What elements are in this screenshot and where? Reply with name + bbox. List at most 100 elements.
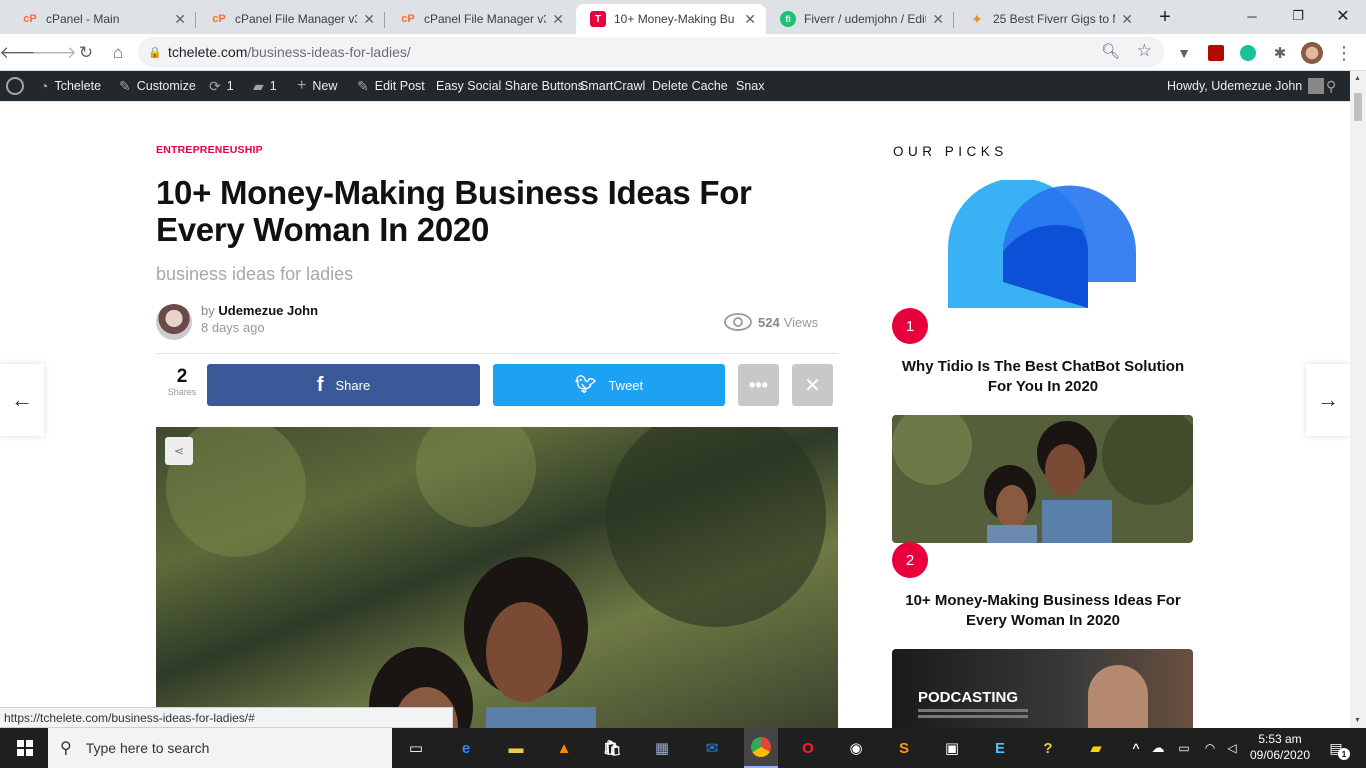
edge-icon[interactable]: e <box>452 734 480 762</box>
tab-cpanel-file-manager-1[interactable]: cP cPanel File Manager v3 ✕ <box>197 4 385 34</box>
author-link[interactable]: Udemezue John <box>218 303 318 318</box>
vpn-extension-icon[interactable]: ▼ <box>1170 39 1198 67</box>
image-share-icon[interactable]: ⋖ <box>165 437 193 465</box>
help-icon[interactable]: ? <box>1034 734 1062 762</box>
close-tab-icon[interactable]: ✕ <box>552 11 564 28</box>
updates-link[interactable]: ⟳ 1 <box>209 71 234 101</box>
user-avatar <box>1308 78 1325 94</box>
tweet-label: Tweet <box>608 377 644 393</box>
store-icon[interactable]: 🛍︎ <box>598 734 626 762</box>
home-icon[interactable]: ⌂ <box>104 39 132 67</box>
more-share-button[interactable]: ••• <box>738 364 779 406</box>
scroll-down-arrow[interactable]: ▼ <box>1354 717 1361 724</box>
sticky-notes-icon[interactable]: ▰ <box>1082 734 1110 762</box>
system-clock[interactable]: 5:53 am 09/06/2020 <box>1246 731 1314 763</box>
task-view-icon[interactable]: ▭ <box>402 734 430 762</box>
menu-kebab-icon[interactable]: ⋮ <box>1330 39 1358 67</box>
close-tab-icon[interactable]: ✕ <box>1121 11 1133 28</box>
customize-link[interactable]: ✎ Customize <box>119 71 196 101</box>
facebook-icon: f <box>316 373 324 396</box>
minimize-button[interactable]: ─ <box>1229 0 1275 32</box>
vlc-icon[interactable]: ▲ <box>550 734 578 762</box>
browser-toolbar: 🡐 🡒 ↻ ⌂ 🔒 tchelete.com/business-ideas-fo… <box>0 34 1366 71</box>
windows-taskbar: ⚲ Type here to search ▭ e ▬ ▲ 🛍︎ ▦ ✉ O ◉… <box>0 728 1366 768</box>
zoom-search-icon[interactable]: 🔍︎ <box>1101 42 1120 60</box>
notifications-icon[interactable]: ▤ 1 <box>1322 734 1350 762</box>
taskbar-search-box[interactable]: ⚲ Type here to search <box>48 728 392 768</box>
mail-icon[interactable]: ✉ <box>698 734 726 762</box>
vertical-scrollbar[interactable]: ▲ ▼ <box>1350 71 1366 728</box>
scrollbar-thumb[interactable] <box>1354 93 1362 121</box>
battery-icon[interactable]: ▭ <box>1170 734 1198 762</box>
dashboard-icon: ◔ <box>40 78 49 94</box>
address-bar[interactable]: 🔒 tchelete.com/business-ideas-for-ladies… <box>138 37 1164 67</box>
pick-2-image[interactable] <box>892 415 1193 543</box>
tab-fiverr-gigs[interactable]: ✦ 25 Best Fiverr Gigs to M ✕ <box>955 4 1143 34</box>
link-status-bubble: https://tchelete.com/business-ideas-for-… <box>0 707 453 728</box>
brush-icon: ✎ <box>119 77 131 94</box>
comments-link[interactable]: ▰ 1 <box>253 71 277 101</box>
maximize-button[interactable]: ❐ <box>1275 0 1321 32</box>
extensions-icon[interactable]: ✱ <box>1266 39 1294 67</box>
easy-social-share-link[interactable]: Easy Social Share Buttons <box>436 71 584 101</box>
snax-link[interactable]: Snax <box>736 71 765 101</box>
app-icon[interactable]: E <box>986 734 1014 762</box>
post-date: 8 days ago <box>201 320 265 335</box>
close-tab-icon[interactable]: ✕ <box>174 11 186 28</box>
forward-icon[interactable]: 🡒 <box>31 39 77 67</box>
volume-icon[interactable]: ◁ <box>1218 734 1246 762</box>
tab-cpanel-main[interactable]: cP cPanel - Main ✕ <box>8 4 196 34</box>
file-explorer-icon[interactable]: ▬ <box>502 734 530 762</box>
tab-cpanel-file-manager-2[interactable]: cP cPanel File Manager v3 ✕ <box>386 4 574 34</box>
new-tab-button[interactable]: + <box>1152 4 1178 30</box>
smartcrawl-link[interactable]: SmartCrawl <box>580 71 645 101</box>
close-share-button[interactable]: ✕ <box>792 364 833 406</box>
terminal-icon[interactable]: ▣ <box>938 734 966 762</box>
profile-avatar-icon[interactable] <box>1298 39 1326 67</box>
pick-1-title[interactable]: Why Tidio Is The Best ChatBot Solution F… <box>893 357 1193 397</box>
category-link[interactable]: ENTREPRENEUSHIP <box>156 144 263 156</box>
photos-icon[interactable]: ▦ <box>648 734 676 762</box>
tab-title: Fiverr / udemjohn / Edit <box>804 12 927 26</box>
eye-icon <box>724 313 752 331</box>
author-avatar[interactable] <box>156 304 192 340</box>
pencil-icon: ✎ <box>357 77 369 94</box>
wp-admin-bar: ◔ Tchelete ✎ Customize ⟳ 1 ▰ 1 + New ✎ Edit Po… <box>0 71 1350 101</box>
customize-label: Customize <box>136 79 196 93</box>
account-menu[interactable]: Howdy, Udemezue John <box>1167 71 1325 101</box>
search-icon[interactable]: ⚲ <box>1326 71 1336 101</box>
facebook-share-button[interactable]: f Share <box>207 364 480 406</box>
onedrive-icon[interactable]: ☁ <box>1144 734 1172 762</box>
tab-title: 10+ Money-Making Bu <box>614 12 735 26</box>
reload-icon[interactable]: ↻ <box>72 39 100 67</box>
next-post-arrow[interactable]: → <box>1306 364 1350 436</box>
edit-post-link[interactable]: ✎ Edit Post <box>357 71 425 101</box>
bookmark-star-icon[interactable]: ☆ <box>1137 41 1152 61</box>
opera-icon[interactable]: O <box>794 734 822 762</box>
close-tab-icon[interactable]: ✕ <box>363 11 375 28</box>
twitter-tweet-button[interactable]: 🐦︎ Tweet <box>493 364 725 406</box>
windows-start-icon[interactable] <box>10 734 40 762</box>
prev-post-arrow[interactable]: ← <box>0 364 44 436</box>
tab-active-article[interactable]: T 10+ Money-Making Bu ✕ <box>576 4 766 34</box>
pick-3-image[interactable]: PODCASTING <box>892 649 1193 728</box>
new-content-link[interactable]: + New <box>297 71 337 101</box>
wordpress-logo-icon[interactable] <box>6 71 24 101</box>
close-tab-icon[interactable]: ✕ <box>744 11 756 28</box>
pick-1-image[interactable] <box>892 180 1193 308</box>
media-player-icon[interactable]: ◉ <box>842 734 870 762</box>
sublime-icon[interactable]: S <box>890 734 918 762</box>
grammarly-icon[interactable] <box>1234 39 1262 67</box>
close-tab-icon[interactable]: ✕ <box>932 11 944 28</box>
scroll-up-arrow[interactable]: ▲ <box>1354 75 1361 82</box>
chrome-icon[interactable] <box>744 728 778 768</box>
pdf-extension-icon[interactable] <box>1202 39 1230 67</box>
clock-time: 5:53 am <box>1258 732 1302 746</box>
site-name-link[interactable]: ◔ Tchelete <box>40 71 101 101</box>
views-number: 524 <box>758 314 780 330</box>
close-window-button[interactable]: ✕ <box>1320 0 1366 32</box>
new-label: New <box>312 79 338 93</box>
delete-cache-link[interactable]: Delete Cache <box>652 71 728 101</box>
pick-2-title[interactable]: 10+ Money-Making Business Ideas For Ever… <box>893 591 1193 631</box>
tab-fiverr[interactable]: fi Fiverr / udemjohn / Edit ✕ <box>766 4 954 34</box>
